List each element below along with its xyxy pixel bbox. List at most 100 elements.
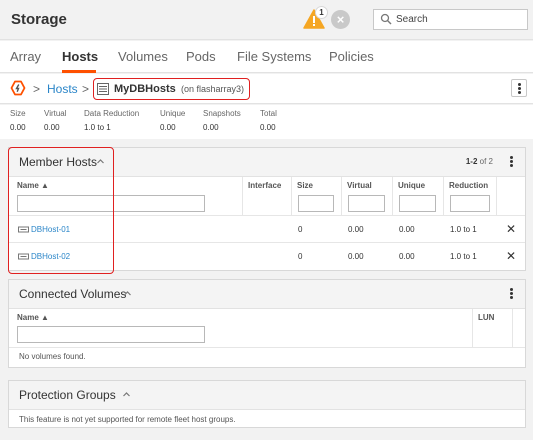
host-icon xyxy=(18,226,29,233)
host-name-link[interactable]: DBHost-01 xyxy=(31,225,70,234)
host-unique: 0.00 xyxy=(399,252,415,261)
connected-volumes-panel: Connected Volumes Name ▲ LUN No volumes … xyxy=(8,279,526,368)
stat-label: Unique xyxy=(160,109,186,118)
panel-header: Protection Groups xyxy=(9,381,525,410)
stat-value: 0.00 xyxy=(10,123,26,132)
virtual-filter-input[interactable] xyxy=(348,195,385,212)
stat-data-reduction: Data Reduction 1.0 to 1 xyxy=(84,109,139,132)
chevron-up-icon[interactable] xyxy=(122,390,131,399)
purestorage-logo-icon[interactable] xyxy=(10,80,26,96)
column-divider xyxy=(341,177,342,215)
host-size: 0 xyxy=(298,252,303,261)
pager-range: 1-2 xyxy=(465,157,478,166)
column-header-lun[interactable]: LUN xyxy=(478,313,494,322)
column-header-unique[interactable]: Unique xyxy=(398,181,425,190)
reduction-filter-input[interactable] xyxy=(450,195,490,212)
column-divider xyxy=(291,177,292,215)
page-title: Storage xyxy=(11,11,67,28)
alerts-indicator[interactable]: 1 xyxy=(303,6,328,29)
host-reduction: 1.0 to 1 xyxy=(450,225,477,234)
member-hosts-panel: Member Hosts 1-2 of 2 Name ▲ Interface S… xyxy=(8,147,526,271)
column-header-reduction[interactable]: Reduction xyxy=(449,181,488,190)
tab-policies[interactable]: Policies xyxy=(329,49,374,64)
column-header-virtual[interactable]: Virtual xyxy=(347,181,372,190)
close-icon[interactable]: × xyxy=(331,10,350,29)
stat-total: Total 0.00 xyxy=(260,109,277,132)
breadcrumb: > Hosts > MyDBHosts (on flasharray3) xyxy=(0,74,533,104)
panel-title: Member Hosts xyxy=(19,155,98,169)
column-divider xyxy=(443,177,444,215)
empty-state-message: No volumes found. xyxy=(19,352,86,361)
main-tabs: Array Hosts Volumes Pods File Systems Po… xyxy=(0,41,533,73)
chevron-up-icon[interactable] xyxy=(96,157,105,166)
column-divider xyxy=(242,177,243,215)
host-name-link[interactable]: DBHost-02 xyxy=(31,252,70,261)
host-group-name: MyDBHosts xyxy=(114,83,176,95)
pager-total: of 2 xyxy=(479,157,493,166)
remove-host-icon[interactable]: ✕ xyxy=(506,222,516,236)
stat-value: 0.00 xyxy=(44,123,60,132)
column-divider xyxy=(496,177,497,215)
tab-hosts[interactable]: Hosts xyxy=(62,49,98,64)
array-name: (on flasharray3) xyxy=(181,84,245,94)
stat-value: 0.00 xyxy=(160,123,176,132)
search-field[interactable] xyxy=(373,9,528,30)
stat-label: Snapshots xyxy=(203,109,241,118)
column-header-interface[interactable]: Interface xyxy=(248,181,281,190)
breadcrumb-separator: > xyxy=(33,82,41,96)
name-filter-input[interactable] xyxy=(17,195,205,212)
unsupported-message: This feature is not yet supported for re… xyxy=(19,415,236,424)
column-divider xyxy=(472,309,473,347)
host-size: 0 xyxy=(298,225,303,234)
more-vertical-icon[interactable] xyxy=(510,156,513,167)
panel-header: Member Hosts 1-2 of 2 xyxy=(9,148,525,177)
page-actions-button[interactable] xyxy=(511,79,527,97)
tab-array[interactable]: Array xyxy=(10,49,41,64)
stat-virtual: Virtual 0.00 xyxy=(44,109,67,132)
app-header: Storage 1 × xyxy=(0,0,533,40)
unique-filter-input[interactable] xyxy=(399,195,436,212)
protection-groups-panel: Protection Groups This feature is not ye… xyxy=(8,380,526,428)
stat-snapshots: Snapshots 0.00 xyxy=(203,109,241,132)
host-virtual: 0.00 xyxy=(348,252,364,261)
stat-label: Size xyxy=(10,109,26,118)
column-header-size[interactable]: Size xyxy=(297,181,313,190)
space-stats: Size 0.00 Virtual 0.00 Data Reduction 1.… xyxy=(0,105,533,139)
more-vertical-icon xyxy=(517,82,521,94)
host-virtual: 0.00 xyxy=(348,225,364,234)
column-divider xyxy=(512,309,513,347)
host-reduction: 1.0 to 1 xyxy=(450,252,477,261)
breadcrumb-hosts-link[interactable]: Hosts xyxy=(47,82,78,96)
panel-title: Connected Volumes xyxy=(19,287,127,301)
tab-volumes[interactable]: Volumes xyxy=(118,49,168,64)
host-unique: 0.00 xyxy=(399,225,415,234)
chevron-up-icon[interactable] xyxy=(123,289,132,298)
search-icon xyxy=(380,13,392,25)
column-header-name[interactable]: Name ▲ xyxy=(17,313,49,322)
remove-host-icon[interactable]: ✕ xyxy=(506,249,516,263)
search-input[interactable] xyxy=(396,12,522,27)
host-icon xyxy=(18,253,29,260)
stat-value: 0.00 xyxy=(203,123,219,132)
stat-size: Size 0.00 xyxy=(10,109,26,132)
stat-unique: Unique 0.00 xyxy=(160,109,185,132)
host-group-icon xyxy=(97,83,109,95)
more-vertical-icon[interactable] xyxy=(510,288,513,299)
active-tab-indicator xyxy=(62,70,96,73)
size-filter-input[interactable] xyxy=(298,195,334,212)
row-divider xyxy=(9,242,525,243)
breadcrumb-current: MyDBHosts (on flasharray3) xyxy=(93,78,250,100)
column-divider xyxy=(392,177,393,215)
panel-header: Connected Volumes xyxy=(9,280,525,309)
row-divider xyxy=(9,347,525,348)
breadcrumb-separator: > xyxy=(82,82,90,96)
stat-label: Virtual xyxy=(44,109,67,118)
pager: 1-2 of 2 xyxy=(466,157,493,166)
stat-label: Data Reduction xyxy=(84,109,140,118)
panel-title: Protection Groups xyxy=(19,388,116,402)
column-header-name[interactable]: Name ▲ xyxy=(17,181,49,190)
tab-file-systems[interactable]: File Systems xyxy=(237,49,311,64)
alert-count-badge: 1 xyxy=(315,6,328,19)
tab-pods[interactable]: Pods xyxy=(186,49,216,64)
name-filter-input[interactable] xyxy=(17,326,205,343)
